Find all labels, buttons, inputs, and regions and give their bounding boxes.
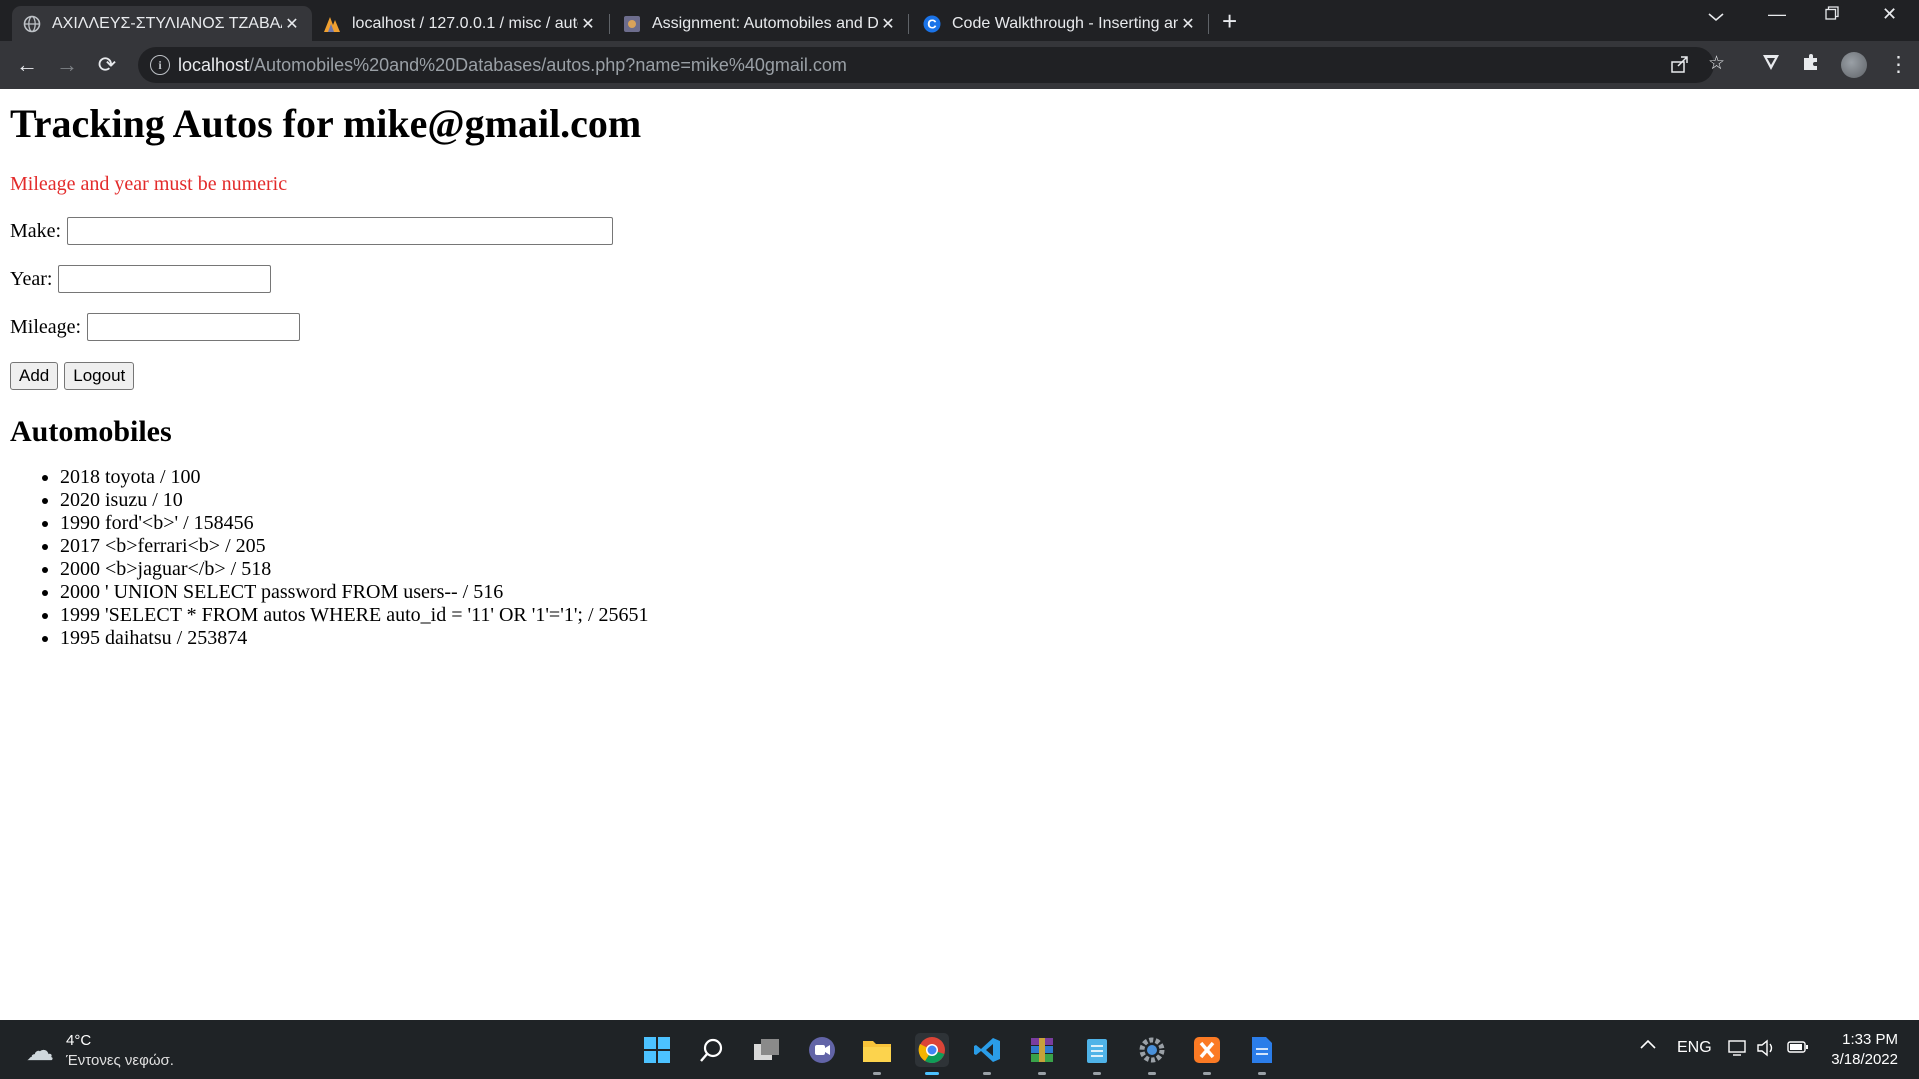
search-icon[interactable] <box>695 1033 729 1067</box>
volume-icon[interactable] <box>1756 1039 1776 1062</box>
tab-1[interactable]: ΑΧΙΛΛΕΥΣ-ΣΤΥΛΙΑΝΟΣ ΤΖΑΒΑΛΑ ✕ <box>12 6 312 41</box>
close-tab-icon[interactable]: ✕ <box>578 14 598 34</box>
list-item: 1999 'SELECT * FROM autos WHERE auto_id … <box>60 604 1909 627</box>
form-buttons: Add Logout <box>10 362 1909 390</box>
running-indicator <box>1038 1072 1046 1075</box>
weather-temperature[interactable]: 4°C <box>66 1032 91 1049</box>
coursera-c-icon: C <box>922 14 942 34</box>
file-explorer-icon[interactable] <box>860 1033 894 1075</box>
year-input[interactable] <box>58 265 272 293</box>
automobiles-list: 2018 toyota / 100 2020 isuzu / 10 1990 f… <box>10 466 1909 650</box>
vscode-icon[interactable] <box>970 1033 1004 1075</box>
windows-taskbar: ☁ 4°C Έντονες νεφώσ. ENG 1:33 PM 3/18/20… <box>0 1020 1919 1079</box>
profile-avatar[interactable] <box>1841 52 1867 78</box>
clock[interactable]: 1:33 PM 3/18/2022 <box>1828 1030 1898 1070</box>
extensions-icon[interactable] <box>1801 52 1821 78</box>
logout-button[interactable]: Logout <box>64 362 135 390</box>
vpn-extension-icon[interactable] <box>1761 52 1781 78</box>
close-tab-icon[interactable]: ✕ <box>878 14 898 34</box>
mileage-input[interactable] <box>87 313 301 341</box>
make-input[interactable] <box>67 217 614 245</box>
url-host: localhost <box>178 55 250 75</box>
tab-title: localhost / 127.0.0.1 / misc / auto <box>352 14 578 32</box>
clock-time: 1:33 PM <box>1842 1031 1898 1048</box>
start-icon[interactable] <box>640 1033 674 1067</box>
network-icon[interactable] <box>1728 1039 1748 1062</box>
share-icon[interactable] <box>1670 54 1690 80</box>
chevron-up-icon[interactable] <box>1640 1037 1656 1055</box>
notepad-icon[interactable] <box>1080 1033 1114 1075</box>
list-item: 2020 isuzu / 10 <box>60 489 1909 512</box>
xampp-icon[interactable] <box>1190 1033 1224 1075</box>
svg-text:C: C <box>927 16 937 31</box>
list-item: 1995 daihatsu / 253874 <box>60 627 1909 650</box>
list-item: 1990 ford'<b>' / 158456 <box>60 512 1909 535</box>
url-text[interactable]: localhost/Automobiles%20and%20Databases/… <box>178 55 847 76</box>
weather-condition[interactable]: Έντονες νεφώσ. <box>66 1052 174 1069</box>
active-indicator <box>925 1072 939 1075</box>
forward-icon[interactable]: → <box>53 51 81 79</box>
automobiles-heading: Automobiles <box>10 415 172 448</box>
mileage-row: Mileage: <box>10 312 1909 342</box>
year-row: Year: <box>10 264 1909 294</box>
tab-title: ΑΧΙΛΛΕΥΣ-ΣΤΥΛΙΑΝΟΣ ΤΖΑΒΑΛΑ <box>52 14 282 32</box>
teams-chat-icon[interactable] <box>805 1033 839 1067</box>
minimize-icon[interactable]: — <box>1768 4 1786 25</box>
new-tab-icon[interactable]: + <box>1222 6 1237 36</box>
document-icon[interactable] <box>1245 1033 1279 1075</box>
error-message: Mileage and year must be numeric <box>10 173 288 195</box>
browser-toolbar: ← → ⟳ i localhost/Automobiles%20and%20Da… <box>0 41 1919 89</box>
make-label: Make: <box>10 219 62 242</box>
mileage-label: Mileage: <box>10 315 82 338</box>
page-content: Tracking Autos for mike@gmail.com Mileag… <box>10 89 1909 650</box>
list-item: 2000 <b>jaguar</b> / 518 <box>60 558 1909 581</box>
tab-title: Assignment: Automobiles and Da <box>652 14 878 32</box>
add-auto-form: Make: Year: Mileage: Add Logout <box>10 216 1909 390</box>
back-icon[interactable]: ← <box>13 51 41 79</box>
tab-4[interactable]: C Code Walkthrough - Inserting an ✕ <box>912 6 1208 41</box>
globe-icon <box>22 14 42 34</box>
list-item: 2018 toyota / 100 <box>60 466 1909 489</box>
tab-separator <box>1208 14 1209 34</box>
address-bar[interactable]: i localhost/Automobiles%20and%20Database… <box>138 47 1725 83</box>
bookmark-star-icon[interactable]: ☆ <box>1708 52 1725 75</box>
add-button[interactable]: Add <box>10 362 59 390</box>
close-tab-icon[interactable]: ✕ <box>1178 14 1198 34</box>
tab-strip: ΑΧΙΛΛΕΥΣ-ΣΤΥΛΙΑΝΟΣ ΤΖΑΒΑΛΑ ✕ localhost /… <box>0 0 1919 41</box>
tab-separator <box>908 14 909 34</box>
running-indicator <box>983 1072 991 1075</box>
year-label: Year: <box>10 267 53 290</box>
task-view-icon[interactable] <box>750 1033 784 1067</box>
running-indicator <box>1258 1072 1266 1075</box>
close-window-icon[interactable]: ✕ <box>1882 4 1897 25</box>
running-indicator <box>1093 1072 1101 1075</box>
phpmyadmin-icon <box>322 14 342 34</box>
tab-title: Code Walkthrough - Inserting an <box>952 14 1178 32</box>
info-icon[interactable]: i <box>150 55 170 75</box>
menu-kebab-icon[interactable]: ⋮ <box>1888 52 1909 77</box>
winrar-icon[interactable] <box>1025 1033 1059 1075</box>
restore-icon[interactable] <box>1825 4 1839 25</box>
list-item: 2000 ' UNION SELECT password FROM users-… <box>60 581 1909 604</box>
running-indicator <box>873 1072 881 1075</box>
settings-gear-icon[interactable] <box>1135 1033 1169 1075</box>
tab-separator <box>609 14 610 34</box>
list-item: 2017 <b>ferrari<b> / 205 <box>60 535 1909 558</box>
close-tab-icon[interactable]: ✕ <box>282 14 302 34</box>
reload-icon[interactable]: ⟳ <box>93 51 121 79</box>
tab-2[interactable]: localhost / 127.0.0.1 / misc / auto ✕ <box>312 6 608 41</box>
coursera-icon <box>622 14 642 34</box>
tab-search-icon[interactable] <box>1708 6 1724 27</box>
battery-icon[interactable] <box>1787 1039 1809 1060</box>
page-title: Tracking Autos for mike@gmail.com <box>10 101 642 146</box>
make-row: Make: <box>10 216 1909 246</box>
chrome-icon[interactable] <box>915 1033 949 1075</box>
url-path: /Automobiles%20and%20Databases/autos.php… <box>249 55 847 75</box>
running-indicator <box>1203 1072 1211 1075</box>
tab-3[interactable]: Assignment: Automobiles and Da ✕ <box>612 6 908 41</box>
language-indicator[interactable]: ENG <box>1677 1039 1712 1057</box>
clock-date: 3/18/2022 <box>1831 1051 1898 1068</box>
cloud-weather-icon[interactable]: ☁ <box>26 1034 54 1067</box>
running-indicator <box>1148 1072 1156 1075</box>
